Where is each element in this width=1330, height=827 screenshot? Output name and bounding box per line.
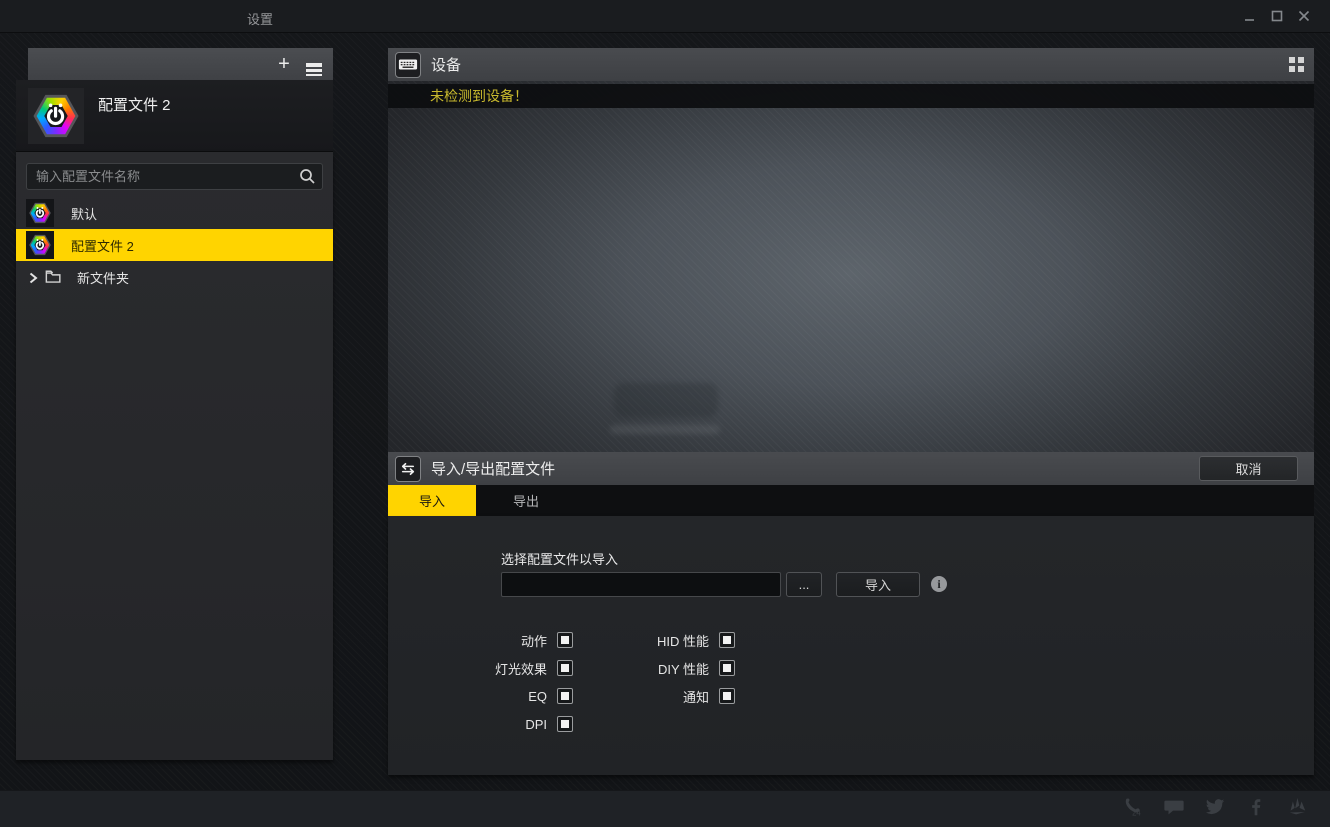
sidebar-toolbar: + [28, 48, 333, 80]
checkbox-diy-performance[interactable] [719, 660, 735, 676]
option-row: 动作 [388, 632, 573, 649]
svg-text:24: 24 [1132, 809, 1141, 818]
import-tab-content: 选择配置文件以导入 ... 导入 i 动作 灯光效果 EQ DPI HID 性能… [388, 516, 1314, 775]
app-window: 设置 + 配置文件 2 输入配置文件名称 默认 配置文件 2 新文件夹 设备 未… [0, 0, 1330, 827]
chat-icon[interactable] [1163, 796, 1185, 818]
profile-hex-icon [29, 202, 51, 224]
option-row: EQ [388, 688, 573, 704]
option-label: 通知 [682, 689, 709, 705]
info-icon[interactable]: i [931, 576, 947, 592]
watermark [606, 381, 726, 441]
profile-avatar [28, 88, 84, 144]
profile-search [26, 163, 323, 190]
minimize-button[interactable] [1242, 8, 1258, 24]
profile-hex-icon [29, 234, 51, 256]
social-links: 24 [1122, 796, 1308, 818]
option-row: DIY 性能 [550, 660, 735, 677]
option-label: 动作 [520, 633, 547, 649]
corsair-logo-icon[interactable] [1286, 796, 1308, 818]
list-item-label: 默认 [71, 206, 98, 222]
import-export-title: 导入/导出配置文件 [431, 461, 556, 478]
import-export-header: 导入/导出配置文件 取消 [388, 452, 1314, 485]
device-panel-title: 设备 [431, 57, 462, 74]
cancel-button[interactable]: 取消 [1199, 456, 1298, 481]
folder-icon [45, 269, 63, 285]
option-row: 灯光效果 [388, 660, 573, 677]
window-controls [1242, 8, 1312, 24]
browse-button[interactable]: ... [786, 572, 822, 597]
keyboard-icon [395, 51, 421, 78]
list-item-label: 配置文件 2 [71, 238, 134, 254]
import-export-tabbar: 导入 导出 [388, 485, 1314, 516]
no-device-warning: 未检测到设备！ [430, 88, 528, 104]
close-button[interactable] [1296, 8, 1312, 24]
list-item-default-profile[interactable]: 默认 [16, 197, 333, 229]
chevron-right-icon[interactable] [27, 271, 39, 284]
tab-import[interactable]: 导入 [388, 485, 476, 516]
list-item-new-folder[interactable]: 新文件夹 [16, 261, 333, 293]
profile-icon-box [26, 231, 54, 259]
facebook-icon[interactable] [1245, 796, 1267, 818]
option-label: EQ [528, 688, 547, 704]
profile-icon-box [26, 199, 54, 227]
search-input[interactable] [26, 163, 323, 190]
option-label: 灯光效果 [494, 661, 547, 677]
option-row: HID 性能 [550, 632, 735, 649]
search-icon[interactable] [299, 168, 316, 185]
device-panel-header: 设备 [388, 48, 1314, 81]
device-warning-strip: 未检测到设备！ [388, 84, 1314, 108]
profile-logo-icon [33, 94, 79, 138]
list-item-profile-2-selected[interactable]: 配置文件 2 [16, 229, 333, 261]
maximize-button[interactable] [1269, 8, 1285, 24]
window-title: 设置 [247, 12, 274, 27]
tab-export[interactable]: 导出 [476, 485, 576, 516]
sidebar: 默认 配置文件 2 [16, 152, 333, 760]
phone-support-24-icon[interactable]: 24 [1122, 796, 1144, 818]
import-button[interactable]: 导入 [836, 572, 920, 597]
checkbox-dpi[interactable] [557, 716, 573, 732]
profile-menu-button[interactable] [305, 55, 323, 77]
titlebar: 设置 [0, 0, 1330, 33]
option-label: DIY 性能 [657, 661, 709, 677]
option-label: DPI [525, 716, 547, 732]
active-profile-title: 配置文件 2 [98, 97, 171, 114]
list-item-label: 新文件夹 [77, 270, 130, 286]
device-panel-body: 未检测到设备！ [388, 81, 1314, 452]
profile-header: 配置文件 2 [16, 80, 333, 152]
select-profile-label: 选择配置文件以导入 [501, 552, 619, 567]
bottom-bar: 24 [0, 790, 1330, 827]
option-row: DPI [388, 716, 573, 732]
transfer-arrows-icon [395, 455, 421, 482]
option-label: HID 性能 [656, 633, 709, 649]
option-row: 通知 [550, 688, 735, 705]
twitter-icon[interactable] [1204, 796, 1226, 818]
checkbox-notifications[interactable] [719, 688, 735, 704]
grid-view-icon[interactable] [1289, 57, 1304, 72]
add-profile-button[interactable]: + [275, 54, 293, 74]
profile-path-input[interactable] [501, 572, 781, 597]
checkbox-hid-performance[interactable] [719, 632, 735, 648]
profile-list: 默认 配置文件 2 新文件夹 [16, 197, 333, 293]
